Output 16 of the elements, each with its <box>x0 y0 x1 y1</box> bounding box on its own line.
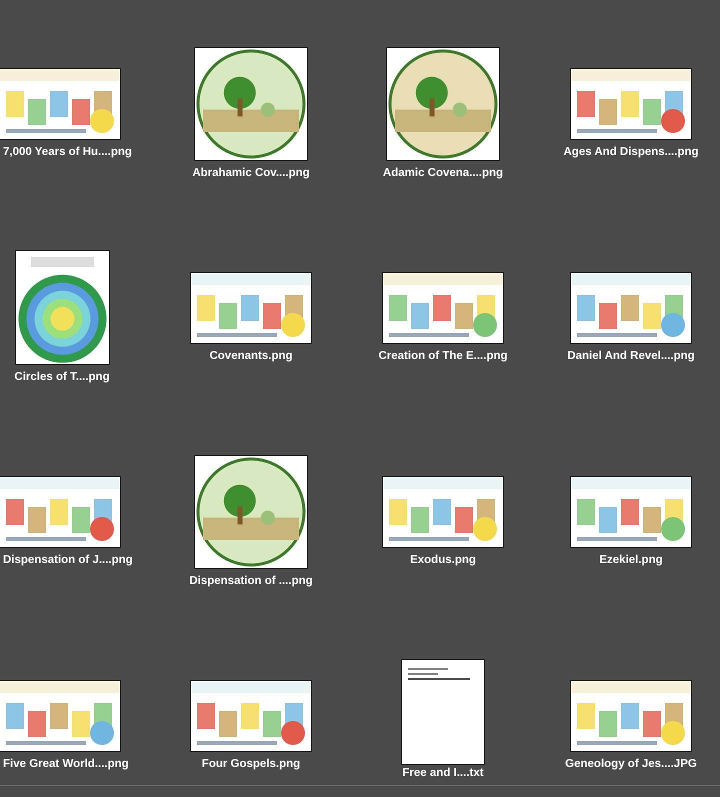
file-name[interactable]: Abrahamic Cov....png <box>192 167 310 179</box>
file-name[interactable]: Ezekiel.png <box>599 554 663 566</box>
file-name[interactable]: Free and I....txt <box>402 767 484 779</box>
file-name[interactable]: Dispensation of ....png <box>189 575 313 587</box>
file-name[interactable]: Ages And Dispens....png <box>563 146 699 158</box>
file-name[interactable]: Daniel And Revel....png <box>567 350 695 362</box>
file-name[interactable]: Geneology of Jes....JPG <box>565 758 697 770</box>
file-name[interactable]: Exodus.png <box>410 554 476 566</box>
file-name[interactable]: Creation of The E....png <box>378 350 508 362</box>
file-name[interactable]: Four Gospels.png <box>202 758 300 770</box>
file-name[interactable]: Circles of T....png <box>14 371 110 383</box>
file-name[interactable]: Covenants.png <box>209 350 293 362</box>
file-name[interactable]: Dispensation of J....png <box>3 554 133 566</box>
file-name[interactable]: Five Great World....png <box>3 758 129 770</box>
file-name[interactable]: Adamic Covena....png <box>382 167 504 179</box>
file-name[interactable]: 7,000 Years of Hu....png <box>3 146 132 158</box>
